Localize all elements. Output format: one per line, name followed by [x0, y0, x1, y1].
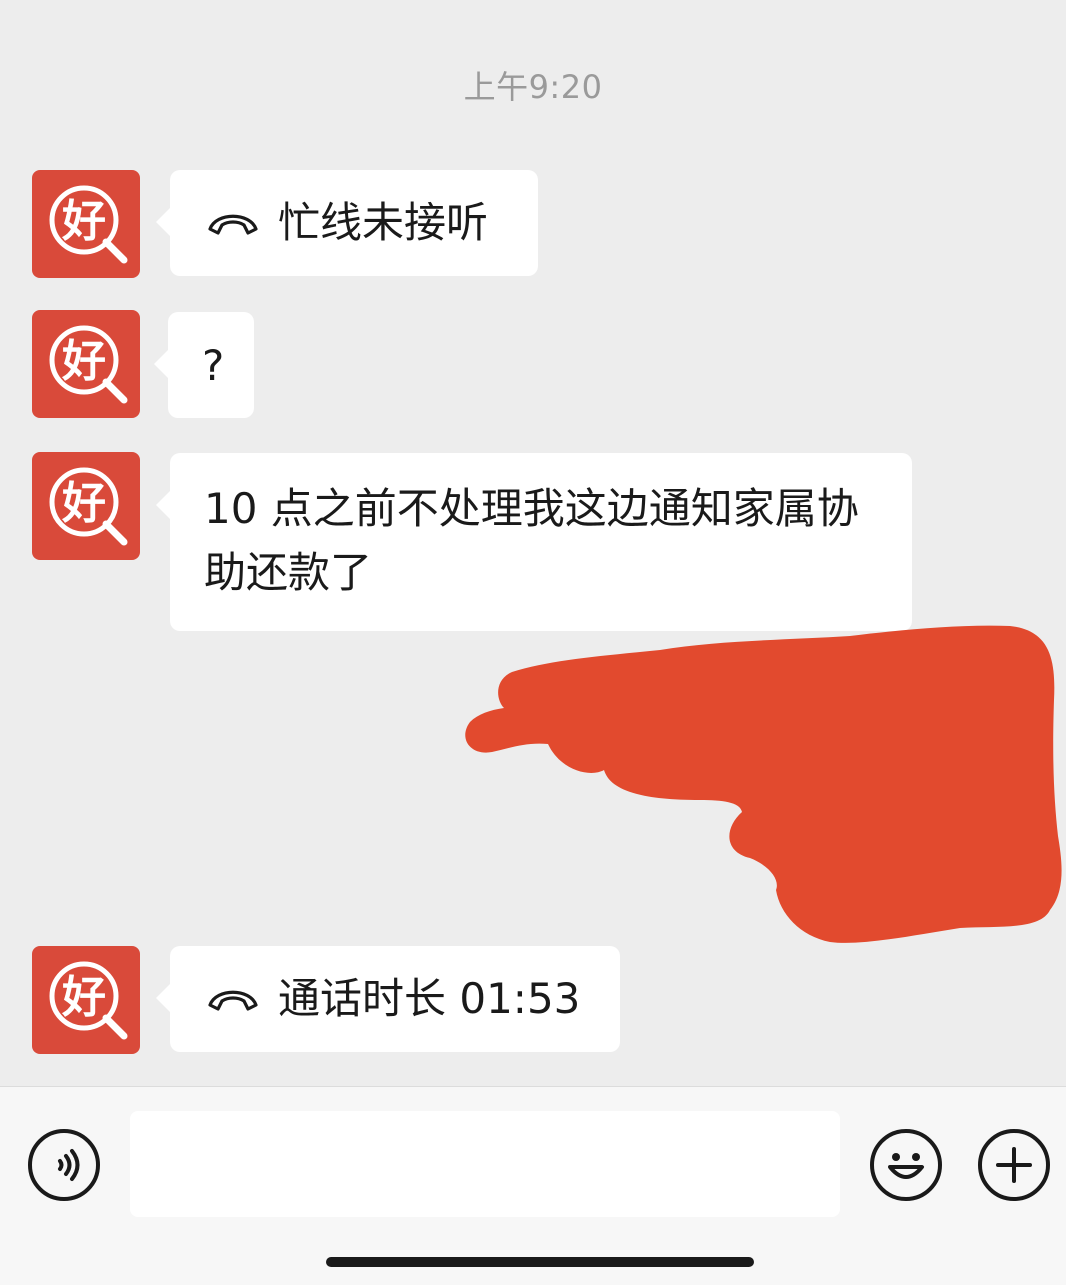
voice-button[interactable] — [28, 1129, 100, 1201]
more-button[interactable] — [978, 1129, 1050, 1201]
message-bubble-call[interactable]: 通话时长 01:53 — [156, 946, 620, 1052]
emoji-button[interactable] — [870, 1129, 942, 1201]
emoji-icon — [888, 1153, 924, 1179]
input-bar — [0, 1086, 1066, 1285]
contact-avatar[interactable]: 好 — [32, 946, 140, 1054]
call-duration-text: 通话时长 01:53 — [278, 974, 581, 1023]
avatar-logo-text: 好 — [61, 972, 106, 1023]
voice-icon — [58, 1149, 80, 1181]
message-input[interactable] — [130, 1111, 840, 1217]
home-indicator — [326, 1257, 754, 1267]
plus-icon — [996, 1147, 1032, 1183]
phone-hangup-icon — [208, 990, 258, 1011]
